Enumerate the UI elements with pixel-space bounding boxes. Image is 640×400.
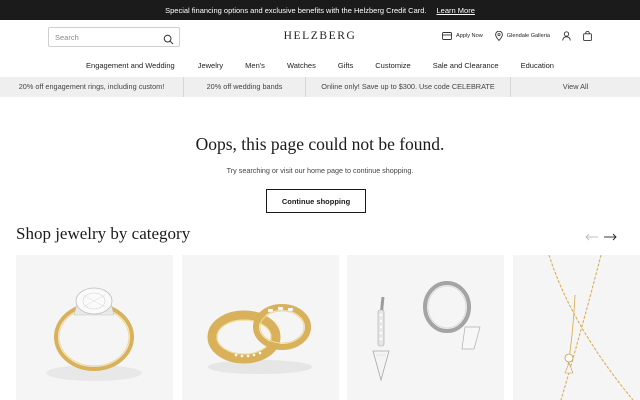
necklace-image xyxy=(548,255,634,400)
offer-wedding-bands[interactable]: 20% off wedding bands xyxy=(184,77,306,97)
nav-engagement-wedding[interactable]: Engagement and Wedding xyxy=(75,56,187,76)
nav-customize[interactable]: Customize xyxy=(364,56,421,76)
offers-bar: 20% off engagement rings, including cust… xyxy=(0,77,640,97)
page-subtitle: Try searching or visit our home page to … xyxy=(226,166,414,175)
offer-engagement[interactable]: 20% off engagement rings, including cust… xyxy=(0,77,184,97)
nav-sale-clearance[interactable]: Sale and Clearance xyxy=(422,56,510,76)
nav-watches[interactable]: Watches xyxy=(276,56,327,76)
nav-jewelry[interactable]: Jewelry xyxy=(187,56,234,76)
engagement-ring-image xyxy=(46,287,142,381)
arrow-left-icon[interactable] xyxy=(585,230,599,242)
header: HELZBERG Apply Now Glendale Galleria xyxy=(0,20,640,56)
main-nav: Engagement and Wedding Jewelry Men's Wat… xyxy=(0,56,640,76)
arrow-right-icon[interactable] xyxy=(603,230,617,242)
category-card-engagement-rings[interactable] xyxy=(16,255,173,400)
store-name: Glendale Galleria xyxy=(506,33,550,39)
page-title: Oops, this page could not be found. xyxy=(195,134,445,154)
apply-now-label: Apply Now xyxy=(456,33,483,39)
section-title: Shop jewelry by category xyxy=(16,224,191,243)
category-card-necklaces[interactable] xyxy=(513,255,640,400)
promo-bar: Special financing options and exclusive … xyxy=(0,0,640,20)
shopping-bag-icon[interactable] xyxy=(583,31,592,41)
continue-shopping-button[interactable]: Continue shopping xyxy=(266,189,366,213)
nav-gifts[interactable]: Gifts xyxy=(327,56,364,76)
offer-online-code[interactable]: Online only! Save up to $300. Use code C… xyxy=(306,77,511,97)
location-pin-icon xyxy=(494,31,503,41)
earrings-image xyxy=(372,281,481,382)
header-utilities: Apply Now Glendale Galleria xyxy=(442,31,592,41)
user-icon[interactable] xyxy=(562,31,571,41)
category-card-earrings[interactable] xyxy=(347,255,504,400)
nav-education[interactable]: Education xyxy=(510,56,565,76)
offer-view-all[interactable]: View All xyxy=(511,77,640,97)
credit-card-icon xyxy=(442,32,452,40)
apply-now-link[interactable]: Apply Now xyxy=(442,32,483,40)
category-card-wedding-bands[interactable] xyxy=(182,255,339,400)
store-locator-link[interactable]: Glendale Galleria xyxy=(494,31,550,41)
learn-more-link[interactable]: Learn More xyxy=(437,6,475,15)
wedding-bands-image xyxy=(207,304,312,374)
promo-text: Special financing options and exclusive … xyxy=(165,5,427,15)
logo-link[interactable]: HELZBERG xyxy=(284,30,357,42)
category-carousel xyxy=(16,255,640,400)
nav-mens[interactable]: Men's xyxy=(234,56,276,76)
